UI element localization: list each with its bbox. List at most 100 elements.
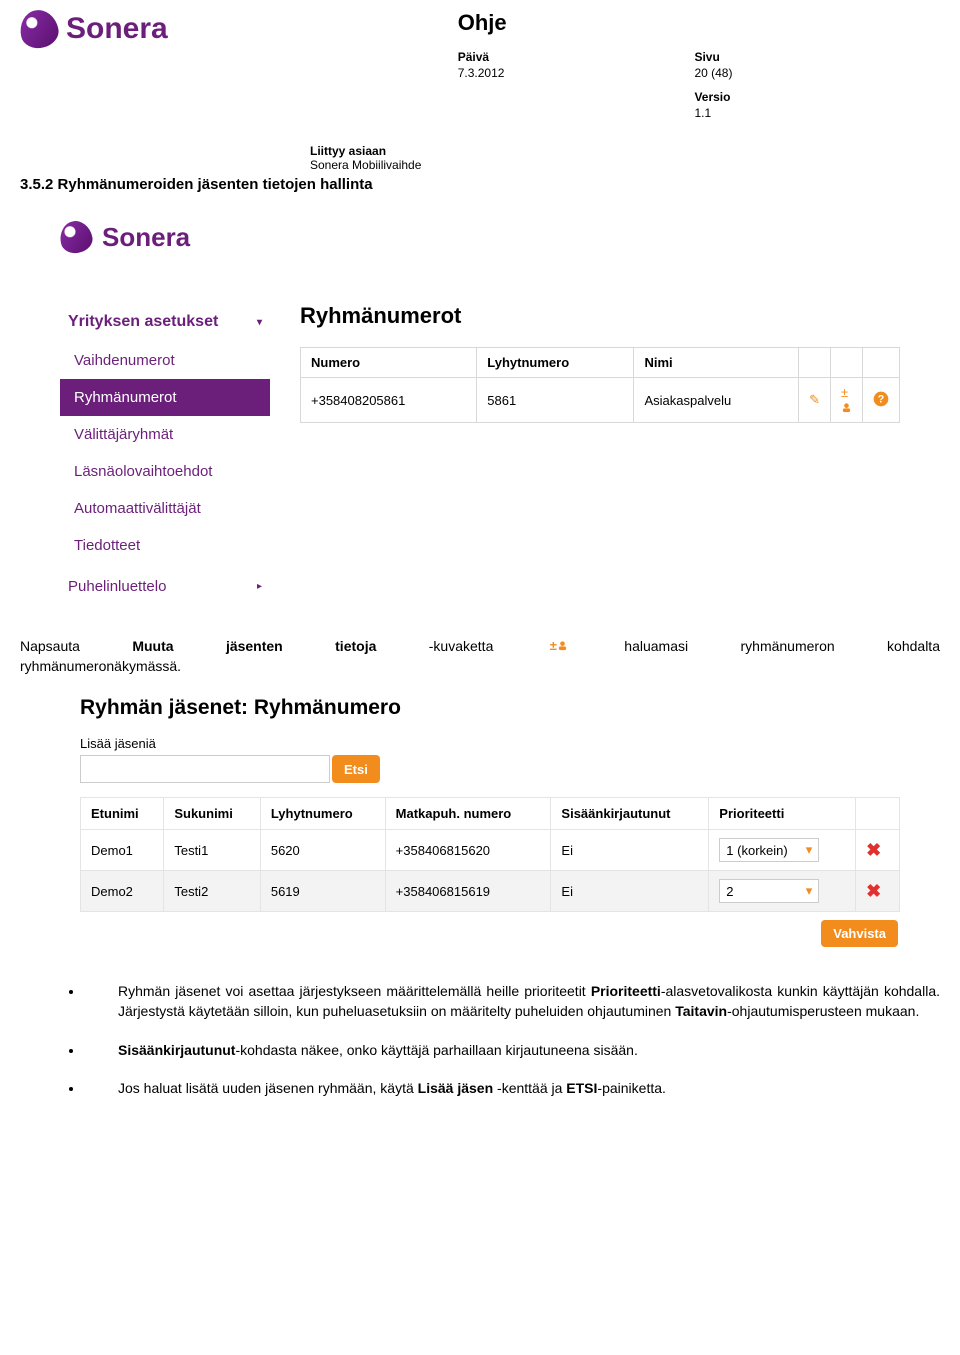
col-blank2 [831, 348, 863, 378]
t: -kuvaketta [429, 637, 494, 657]
sidebar-footer[interactable]: Puhelinluettelo ▸ [60, 564, 270, 595]
cell-numero: +358408205861 [301, 378, 477, 423]
t: Taitavin [675, 1003, 727, 1019]
sidebar: Yrityksen asetukset ▾ Vaihdenumerot Ryhm… [60, 303, 270, 595]
date-value: 7.3.2012 [458, 66, 505, 80]
col-lyhytnumero: Lyhytnumero [477, 348, 634, 378]
document-title: Ohje [458, 10, 733, 36]
brand-name: Sonera [66, 12, 168, 46]
swirl-icon [16, 6, 61, 51]
version-label: Versio [694, 90, 732, 104]
app-logo: Sonera [60, 221, 190, 253]
sidebar-item-lasnaolo[interactable]: Läsnäolovaihtoehdot [60, 453, 270, 490]
members-icon: ± [550, 637, 568, 657]
cell-sis: Ei [551, 871, 709, 912]
page-label: Sivu [694, 50, 732, 64]
add-members-label: Lisää jäseniä [80, 736, 900, 751]
cell-puh: +358406815620 [385, 830, 551, 871]
sidebar-item-ryhmanumerot[interactable]: Ryhmänumerot [60, 379, 270, 416]
cell-etu: Demo1 [81, 830, 164, 871]
sidebar-footer-label: Puhelinluettelo [68, 578, 166, 595]
chevron-down-icon: ▾ [257, 317, 262, 328]
t: kohdalta [887, 637, 940, 657]
list-item: Sisäänkirjautunut-kohdasta näkee, onko k… [84, 1040, 940, 1060]
relates-label: Liittyy asiaan [310, 144, 940, 158]
table-row: +358408205861 5861 Asiakaspalvelu ✎ ± ? [301, 378, 900, 423]
members-table: Etunimi Sukunimi Lyhytnumero Matkapuh. n… [80, 797, 900, 912]
list-item: Ryhmän jäsenet voi asettaa järjestykseen… [84, 981, 940, 1022]
col-etunimi: Etunimi [81, 798, 164, 830]
cell-lyhyt: 5619 [260, 871, 385, 912]
members-icon[interactable]: ± [841, 385, 852, 415]
page-value: 20 (48) [694, 66, 732, 80]
sidebar-item-tiedotteet[interactable]: Tiedotteet [60, 527, 270, 564]
col-blank3 [863, 348, 900, 378]
t: tietoja [335, 637, 376, 657]
t: -kenttää ja [493, 1080, 566, 1096]
brand-logo: Sonera [20, 10, 168, 48]
t: Lisää jäsen [418, 1080, 494, 1096]
cell-etu: Demo2 [81, 871, 164, 912]
col-nimi: Nimi [634, 348, 799, 378]
t: Muuta [132, 637, 173, 657]
t: Sisäänkirjautunut [118, 1042, 235, 1058]
cell-prio: 2 ▾ [709, 871, 856, 912]
sidebar-item-vaihdenumerot[interactable]: Vaihdenumerot [60, 342, 270, 379]
delete-button[interactable]: ✖ [856, 830, 900, 871]
sidebar-header-label: Yrityksen asetukset [68, 313, 218, 331]
priority-select[interactable]: 2 ▾ [719, 879, 819, 903]
col-matkapuh: Matkapuh. numero [385, 798, 551, 830]
t: jäsenten [226, 637, 283, 657]
t: Napsauta [20, 637, 80, 657]
t: haluamasi [624, 637, 688, 657]
cell-lyhyt: 5861 [477, 378, 634, 423]
col-lyhytnumero: Lyhytnumero [260, 798, 385, 830]
chevron-down-icon: ▾ [806, 842, 813, 858]
t: ETSI [566, 1080, 597, 1096]
search-button[interactable]: Etsi [332, 755, 380, 783]
help-icon[interactable]: ? [873, 395, 889, 410]
cell-nimi: Asiakaspalvelu [634, 378, 799, 423]
sidebar-header[interactable]: Yrityksen asetukset ▾ [60, 303, 270, 342]
table-row: Demo1 Testi1 5620 +358406815620 Ei 1 (ko… [81, 830, 900, 871]
sidebar-item-automaatti[interactable]: Automaattivälittäjät [60, 490, 270, 527]
priority-value: 2 [726, 884, 733, 899]
date-label: Päivä [458, 50, 505, 64]
col-prio: Prioriteetti [709, 798, 856, 830]
t: ryhmänumeronäkymässä. [20, 657, 940, 677]
group-numbers-table: Numero Lyhytnumero Nimi +358408205861 58… [300, 347, 900, 423]
confirm-button[interactable]: Vahvista [821, 920, 898, 947]
edit-icon[interactable]: ✎ [809, 392, 820, 407]
col-sukunimi: Sukunimi [164, 798, 261, 830]
svg-text:?: ? [878, 393, 885, 405]
t: -kohdasta näkee, onko käyttäjä parhailla… [235, 1042, 637, 1058]
app-brand: Sonera [102, 222, 190, 253]
members-title: Ryhmän jäsenet: Ryhmänumero [80, 696, 900, 720]
t: -painiketta. [597, 1080, 665, 1096]
section-heading: 3.5.2 Ryhmänumeroiden jäsenten tietojen … [20, 176, 940, 193]
chevron-down-icon: ▾ [806, 883, 813, 899]
t: Ryhmän jäsenet voi asettaa järjestykseen… [118, 983, 591, 999]
cell-lyhyt: 5620 [260, 830, 385, 871]
t: Jos haluat lisätä uuden jäsenen ryhmään,… [118, 1080, 418, 1096]
add-member-input[interactable] [80, 755, 330, 783]
col-del [856, 798, 900, 830]
cell-sis: Ei [551, 830, 709, 871]
chevron-right-icon: ▸ [257, 581, 262, 592]
notes-list: Ryhmän jäsenet voi asettaa järjestykseen… [20, 981, 940, 1098]
t: Prioriteetti [591, 983, 661, 999]
cell-suku: Testi2 [164, 871, 261, 912]
cell-prio: 1 (korkein) ▾ [709, 830, 856, 871]
sidebar-item-valittajaryhmat[interactable]: Välittäjäryhmät [60, 416, 270, 453]
swirl-icon [57, 218, 95, 256]
col-sisaan: Sisäänkirjautunut [551, 798, 709, 830]
priority-select[interactable]: 1 (korkein) ▾ [719, 838, 819, 862]
priority-value: 1 (korkein) [726, 843, 787, 858]
version-value: 1.1 [694, 106, 732, 120]
relates-value: Sonera Mobiilivaihde [310, 158, 940, 172]
col-blank1 [799, 348, 831, 378]
instruction-1: Napsauta Muuta jäsenten tietoja -kuvaket… [20, 637, 940, 676]
delete-button[interactable]: ✖ [856, 871, 900, 912]
cell-puh: +358406815619 [385, 871, 551, 912]
list-item: Jos haluat lisätä uuden jäsenen ryhmään,… [84, 1078, 940, 1098]
